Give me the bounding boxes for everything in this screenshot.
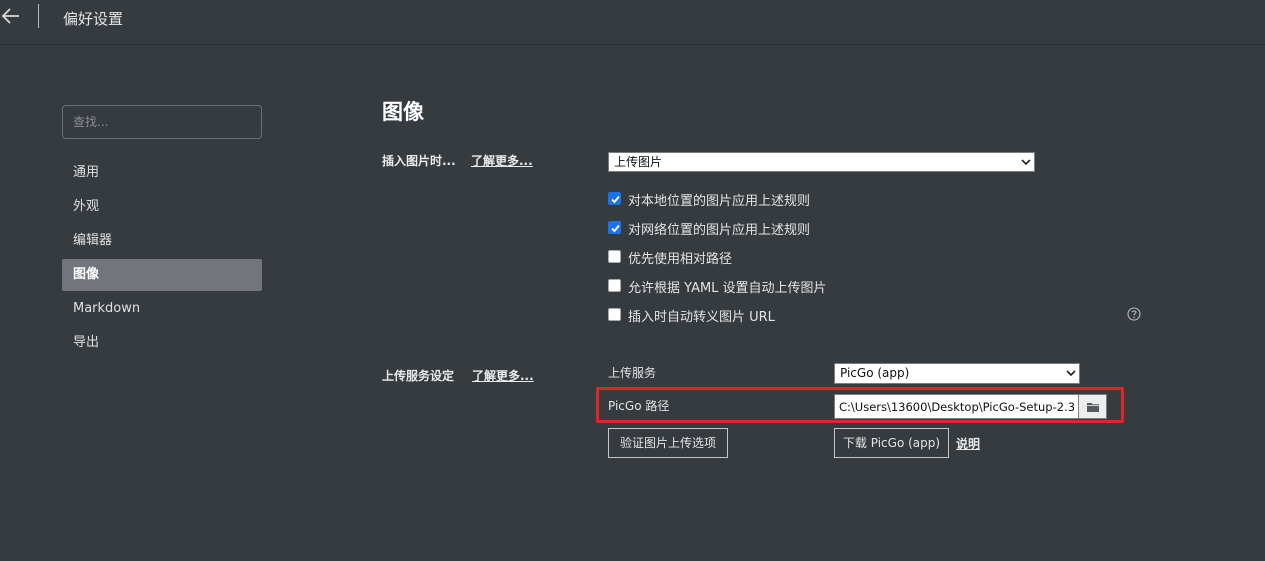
chevron-down-icon bbox=[1066, 370, 1076, 377]
page-title: 图像 bbox=[382, 100, 424, 124]
option-label: 允许根据 YAML 设置自动上传图片 bbox=[628, 281, 827, 296]
insert-image-label: 插入图片时... bbox=[382, 154, 456, 168]
checkbox-unchecked[interactable] bbox=[608, 279, 621, 292]
search-input[interactable] bbox=[62, 105, 262, 139]
insert-learn-more-link[interactable]: 了解更多... bbox=[471, 152, 533, 169]
insert-action-value: 上传图片 bbox=[614, 155, 663, 169]
question-circle-icon[interactable] bbox=[1127, 307, 1141, 321]
window-title: 偏好设置 bbox=[63, 10, 124, 28]
upload-service-value: PicGo (app) bbox=[840, 366, 910, 380]
option-label: 对网络位置的图片应用上述规则 bbox=[628, 223, 811, 238]
upload-service-select[interactable]: PicGo (app) bbox=[834, 363, 1080, 384]
sidebar-item-markdown[interactable]: Markdown bbox=[62, 293, 262, 325]
sidebar-item-general[interactable]: 通用 bbox=[62, 157, 262, 189]
upload-service-label: 上传服务 bbox=[608, 366, 657, 380]
checkbox-checked[interactable] bbox=[608, 221, 621, 234]
option-label: 对本地位置的图片应用上述规则 bbox=[628, 194, 811, 209]
chevron-down-icon bbox=[1021, 159, 1031, 166]
title-bar: 偏好设置 bbox=[0, 0, 1265, 45]
upload-settings-label: 上传服务设定 bbox=[382, 369, 455, 383]
sidebar-item-appearance[interactable]: 外观 bbox=[62, 191, 262, 223]
upload-learn-more-link[interactable]: 了解更多... bbox=[472, 367, 534, 384]
sidebar-item-editor[interactable]: 编辑器 bbox=[62, 225, 262, 257]
insert-action-select[interactable]: 上传图片 bbox=[608, 152, 1035, 172]
title-divider bbox=[38, 4, 39, 28]
checkbox-checked[interactable] bbox=[608, 192, 621, 205]
annotation-highlight-box bbox=[596, 387, 1124, 423]
checkmark-icon bbox=[611, 195, 620, 204]
checkmark-icon bbox=[611, 224, 620, 233]
picgo-doc-link[interactable]: 说明 bbox=[956, 435, 980, 452]
option-label: 插入时自动转义图片 URL bbox=[628, 310, 775, 325]
sidebar-nav: 通用 外观 编辑器 图像 Markdown 导出 bbox=[62, 157, 262, 361]
back-button[interactable] bbox=[0, 5, 22, 27]
checkbox-unchecked[interactable] bbox=[608, 250, 621, 263]
arrow-left-icon bbox=[1, 8, 19, 24]
verify-upload-button[interactable]: 验证图片上传选项 bbox=[608, 428, 728, 458]
sidebar-item-export[interactable]: 导出 bbox=[62, 327, 262, 359]
option-label: 优先使用相对路径 bbox=[628, 252, 733, 267]
checkbox-unchecked[interactable] bbox=[608, 308, 621, 321]
sidebar-item-image[interactable]: 图像 bbox=[62, 259, 262, 291]
download-picgo-button[interactable]: 下载 PicGo (app) bbox=[834, 428, 949, 458]
